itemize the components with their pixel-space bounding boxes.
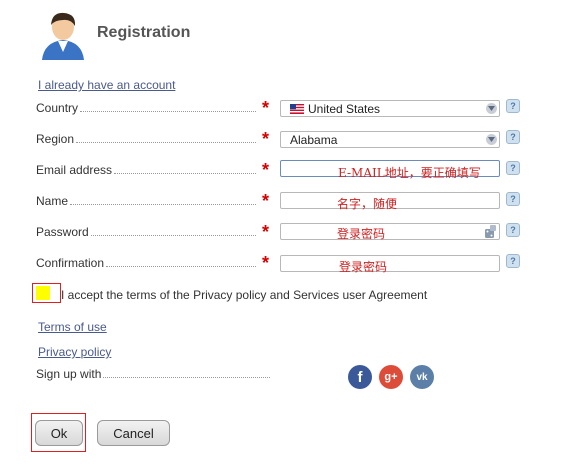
- privacy-policy-link[interactable]: Privacy policy: [38, 345, 111, 359]
- email-field[interactable]: E-MAIL地址，要正确填写: [280, 160, 500, 180]
- confirmation-help-icon[interactable]: ?: [506, 254, 520, 268]
- user-avatar-icon: [38, 8, 88, 60]
- region-help-icon[interactable]: ?: [506, 130, 520, 144]
- name-help-icon[interactable]: ?: [506, 192, 520, 206]
- password-generator-icon[interactable]: [484, 225, 497, 242]
- signup-label-row: Sign up with: [36, 365, 270, 381]
- password-help-icon[interactable]: ?: [506, 223, 520, 237]
- required-marker: *: [262, 160, 270, 180]
- region-select[interactable]: Alabama: [280, 131, 500, 148]
- facebook-icon[interactable]: f: [348, 365, 372, 389]
- region-label: Region: [36, 132, 77, 146]
- country-select[interactable]: United States: [280, 100, 500, 117]
- page-title: Registration: [97, 24, 191, 41]
- country-value: United States: [308, 102, 381, 116]
- dotted-leader: [103, 377, 270, 378]
- confirmation-label-row: Confirmation: [36, 254, 256, 270]
- required-marker: *: [262, 98, 270, 118]
- signup-label: Sign up with: [36, 367, 102, 381]
- country-label: Country: [36, 101, 81, 115]
- name-label: Name: [36, 194, 71, 208]
- email-label: Email address: [36, 163, 115, 177]
- email-help-icon[interactable]: ?: [506, 161, 520, 175]
- confirmation-label: Confirmation: [36, 256, 107, 270]
- us-flag-icon: [290, 104, 304, 114]
- required-marker: *: [262, 191, 270, 211]
- cancel-button[interactable]: Cancel: [97, 420, 170, 446]
- country-help-icon[interactable]: ?: [506, 99, 520, 113]
- name-label-row: Name: [36, 192, 256, 208]
- dotted-leader: [90, 235, 256, 236]
- chevron-down-icon[interactable]: [486, 103, 497, 114]
- ok-button[interactable]: Ok: [35, 420, 83, 446]
- confirmation-field[interactable]: 登录密码: [280, 255, 500, 274]
- terms-of-use-link[interactable]: Terms of use: [38, 320, 107, 334]
- dotted-leader: [76, 142, 256, 143]
- name-hint-annotation: 名字，随便: [337, 197, 398, 211]
- accept-terms-text: I accept the terms of the Privacy policy…: [61, 288, 428, 302]
- country-label-row: Country: [36, 99, 256, 115]
- chevron-down-icon[interactable]: [486, 134, 497, 145]
- name-field[interactable]: 名字，随便: [280, 192, 500, 211]
- password-field[interactable]: 登录密码: [280, 223, 500, 242]
- password-hint-annotation: 登录密码: [337, 227, 386, 241]
- dotted-leader: [70, 204, 256, 205]
- email-hint-annotation: E-MAIL地址，要正确填写: [338, 166, 481, 180]
- required-marker: *: [262, 253, 270, 273]
- required-marker: *: [262, 129, 270, 149]
- region-label-row: Region: [36, 130, 256, 146]
- dotted-leader: [114, 173, 256, 174]
- vk-icon[interactable]: vk: [410, 365, 434, 389]
- google-plus-icon[interactable]: g+: [379, 365, 403, 389]
- dotted-leader: [80, 111, 256, 112]
- confirmation-hint-annotation: 登录密码: [339, 260, 388, 274]
- required-marker: *: [262, 222, 270, 242]
- password-label-row: Password: [36, 223, 256, 239]
- region-value: Alabama: [290, 133, 338, 147]
- dotted-leader: [106, 266, 256, 267]
- password-label: Password: [36, 225, 91, 239]
- email-label-row: Email address: [36, 161, 256, 177]
- checkbox-highlight-annotation: [32, 283, 61, 303]
- already-have-account-link[interactable]: I already have an account: [38, 78, 175, 92]
